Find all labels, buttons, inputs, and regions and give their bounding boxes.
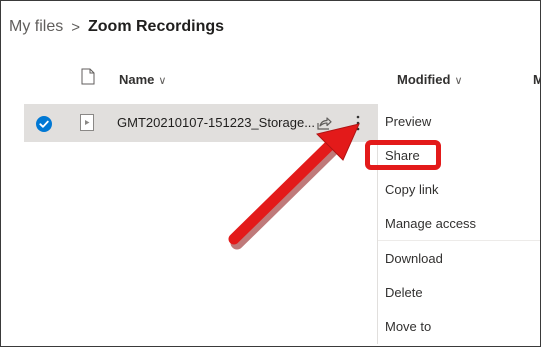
next-column-label: M <box>533 72 540 87</box>
more-options-icon[interactable] <box>350 113 366 133</box>
menu-item-move-to[interactable]: Move to <box>378 309 540 343</box>
file-explorer-window: My files > Zoom Recordings Name ∨ Modifie… <box>0 0 541 347</box>
menu-item-manage-access[interactable]: Manage access <box>378 206 540 240</box>
breadcrumb-my-files[interactable]: My files <box>9 18 63 36</box>
selected-checkmark-icon[interactable] <box>36 116 52 132</box>
name-column-header[interactable]: Name ∨ <box>119 72 166 87</box>
column-header-row: Name∨ Modified∨ M <box>1 67 540 93</box>
menu-item-label: Download <box>385 251 443 266</box>
breadcrumb-current-folder: Zoom Recordings <box>88 18 225 35</box>
menu-item-copy-link[interactable]: Copy link <box>378 172 540 206</box>
menu-item-preview[interactable]: Preview <box>378 104 540 138</box>
breadcrumb-separator-icon: > <box>71 18 80 36</box>
modified-column-header[interactable]: Modified ∨ <box>397 72 463 87</box>
file-row[interactable]: GMT20210107-151223_Storage... <box>24 104 378 142</box>
menu-item-download[interactable]: Download <box>378 241 540 275</box>
name-column-label: Name <box>119 72 155 87</box>
file-name[interactable]: GMT20210107-151223_Storage... <box>117 115 315 130</box>
next-column-header[interactable]: M <box>533 72 540 87</box>
menu-item-delete[interactable]: Delete <box>378 275 540 309</box>
menu-item-label: Manage access <box>385 216 477 231</box>
menu-item-label: Delete <box>385 285 423 300</box>
menu-item-label: Preview <box>385 114 432 129</box>
modified-column-label: Modified <box>397 72 451 87</box>
video-file-icon <box>80 114 94 131</box>
share-highlight-box <box>365 140 441 170</box>
chevron-down-icon: ∨ <box>158 75 167 87</box>
breadcrumb: My files > Zoom Recordings <box>9 15 224 39</box>
share-icon[interactable] <box>316 115 332 131</box>
file-type-column-icon[interactable] <box>81 68 95 85</box>
menu-item-label: Move to <box>385 319 432 334</box>
menu-item-label: Copy link <box>385 182 439 197</box>
chevron-down-icon: ∨ <box>454 75 463 87</box>
